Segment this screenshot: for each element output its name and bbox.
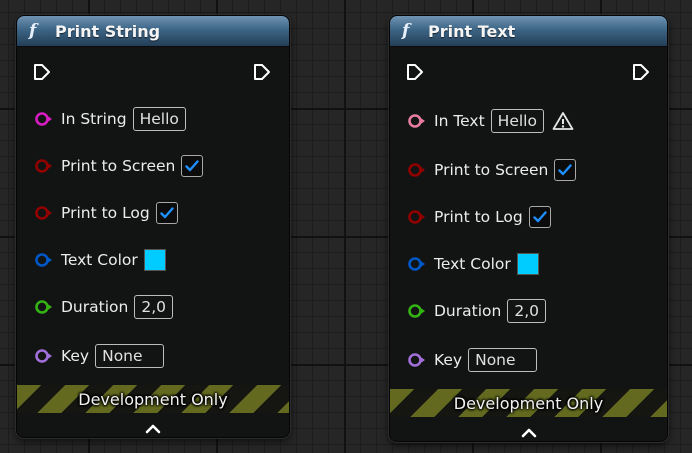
key-input[interactable]: None bbox=[468, 348, 537, 372]
pin-label: Print to Log bbox=[434, 208, 523, 226]
text-color-swatch[interactable] bbox=[516, 253, 539, 275]
text-pin-icon[interactable] bbox=[408, 114, 426, 128]
bool-pin-icon[interactable] bbox=[408, 210, 426, 224]
pin-label: Key bbox=[61, 347, 90, 365]
print-to-screen-checkbox[interactable] bbox=[554, 159, 577, 181]
duration-input[interactable]: 2,0 bbox=[507, 299, 546, 323]
check-icon bbox=[160, 207, 174, 219]
pin-row-duration: Duration 2,0 bbox=[35, 295, 173, 319]
pin-label: Print to Log bbox=[61, 204, 150, 222]
development-only-label: Development Only bbox=[78, 389, 228, 409]
float-pin-icon[interactable] bbox=[408, 304, 426, 318]
in-text-input[interactable]: Hello bbox=[490, 109, 544, 133]
exec-in-pin-icon[interactable] bbox=[33, 63, 51, 81]
print-string-node[interactable]: f Print String In String Hello Print to … bbox=[16, 15, 290, 438]
check-icon bbox=[185, 160, 200, 172]
pin-row-print-to-screen: Print to Screen bbox=[408, 158, 577, 182]
function-icon: f bbox=[402, 21, 410, 41]
pin-label: In String bbox=[61, 110, 127, 128]
name-pin-icon[interactable] bbox=[35, 349, 53, 363]
print-to-log-checkbox[interactable] bbox=[155, 202, 178, 224]
string-pin-icon[interactable] bbox=[35, 112, 53, 126]
pin-row-duration: Duration 2,0 bbox=[408, 299, 546, 323]
pin-row-print-to-log: Print to Log bbox=[35, 201, 178, 225]
duration-input[interactable]: 2,0 bbox=[134, 295, 173, 319]
bool-pin-icon[interactable] bbox=[408, 163, 426, 177]
pin-row-key: Key None bbox=[35, 344, 164, 368]
chevron-up-icon[interactable] bbox=[145, 420, 161, 434]
check-icon bbox=[533, 211, 547, 223]
struct-pin-icon[interactable] bbox=[35, 253, 53, 267]
development-only-label: Development Only bbox=[453, 393, 604, 413]
node-header[interactable]: f Print String bbox=[17, 16, 289, 47]
pin-label: Key bbox=[434, 351, 463, 369]
pin-row-text-color: Text Color bbox=[35, 248, 166, 272]
pin-row-text-color: Text Color bbox=[408, 252, 539, 276]
bool-pin-icon[interactable] bbox=[35, 159, 53, 173]
exec-in-pin-icon[interactable] bbox=[406, 63, 424, 81]
pin-label: In Text bbox=[434, 112, 485, 130]
pin-label: Text Color bbox=[434, 255, 511, 273]
in-string-input[interactable]: Hello bbox=[132, 107, 186, 131]
pin-label: Print to Screen bbox=[434, 161, 549, 179]
pin-row-print-to-screen: Print to Screen bbox=[35, 154, 204, 178]
pin-row-print-to-log: Print to Log bbox=[408, 205, 551, 229]
key-input[interactable]: None bbox=[95, 344, 164, 368]
float-pin-icon[interactable] bbox=[35, 300, 53, 314]
pin-label: Text Color bbox=[61, 251, 138, 269]
node-header[interactable]: f Print Text bbox=[390, 16, 667, 47]
struct-pin-icon[interactable] bbox=[408, 257, 426, 271]
chevron-up-icon[interactable] bbox=[521, 424, 537, 438]
pin-label: Print to Screen bbox=[61, 157, 176, 175]
print-to-screen-checkbox[interactable] bbox=[181, 155, 204, 177]
text-color-swatch[interactable] bbox=[143, 249, 166, 271]
check-icon bbox=[558, 164, 573, 176]
function-icon: f bbox=[29, 21, 37, 41]
pin-label: Duration bbox=[61, 298, 129, 316]
exec-out-pin-icon[interactable] bbox=[253, 63, 271, 81]
development-only-band: Development Only bbox=[390, 389, 667, 417]
pin-row-in-string: In String Hello bbox=[35, 107, 186, 131]
node-title: Print Text bbox=[428, 21, 516, 41]
development-only-band: Development Only bbox=[17, 385, 289, 413]
pin-row-in-text: In Text Hello bbox=[408, 109, 574, 133]
warning-icon[interactable] bbox=[552, 111, 574, 131]
node-title: Print String bbox=[55, 21, 161, 41]
name-pin-icon[interactable] bbox=[408, 353, 426, 367]
pin-row-key: Key None bbox=[408, 348, 537, 372]
exec-out-pin-icon[interactable] bbox=[632, 63, 650, 81]
bool-pin-icon[interactable] bbox=[35, 206, 53, 220]
pin-label: Duration bbox=[434, 302, 502, 320]
print-to-log-checkbox[interactable] bbox=[528, 206, 551, 228]
print-text-node[interactable]: f Print Text In Text Hello Print to Scre… bbox=[389, 15, 668, 442]
